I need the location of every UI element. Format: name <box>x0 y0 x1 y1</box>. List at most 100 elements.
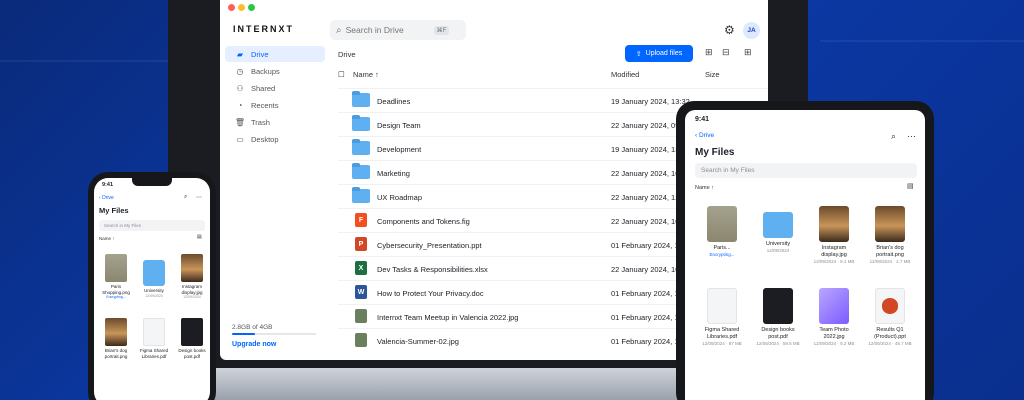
tile-name: Paris... <box>713 245 731 251</box>
clock-icon: ◷ <box>236 66 244 76</box>
file-tile[interactable]: Instagram display.jpg 12/09/2024 <box>175 254 209 300</box>
tile-meta: 12/09/2024 · 9.1 MB <box>813 259 855 264</box>
upgrade-link[interactable]: Upgrade now <box>232 341 276 348</box>
file-name: Components and Tokens.fig <box>377 217 470 226</box>
file-tile[interactable]: Figma Shared Libraries.pdf <box>137 318 171 359</box>
tile-meta: 12/09/2024 <box>183 295 201 299</box>
file-tile[interactable]: Brian's dog portrait.png 12/09/2024 · 2.7… <box>865 206 915 265</box>
select-all-checkbox[interactable]: ☐ <box>338 70 345 79</box>
file-name: Internxt Team Meetup in Valencia 2022.jp… <box>377 313 519 322</box>
doc-file-icon: W <box>355 285 367 299</box>
file-tile[interactable]: Design books post.pdf <box>175 318 209 359</box>
column-name[interactable]: Name ↑ <box>353 70 379 79</box>
titlebar <box>220 0 768 14</box>
list-view-icon[interactable]: ▤ <box>197 234 202 240</box>
sidebar-item-recents[interactable]: ◔ Recents <box>225 97 325 113</box>
file-tile[interactable]: Design books post.pdf 12/09/2024 · 59.5 M… <box>753 288 803 347</box>
sort-control[interactable]: Name ↑ <box>695 185 714 191</box>
file-modified: 19 January 2024, 13:32 <box>611 97 690 106</box>
recent-icon: ◔ <box>237 100 243 110</box>
list-view-icon[interactable]: ▤ <box>907 182 914 190</box>
search-icon[interactable]: ⌕ <box>891 131 896 142</box>
file-tile[interactable]: Team Photo 2022.jpg 12/09/2024 · 9.2 MB <box>809 288 859 347</box>
breadcrumb[interactable]: Drive <box>338 50 356 59</box>
new-folder-icon[interactable]: ⊞ <box>705 47 713 58</box>
tile-meta: Encrypting... <box>709 252 735 257</box>
sidebar-item-backups[interactable]: ◷ Backups <box>225 63 325 79</box>
search-input[interactable]: Search in My Files <box>695 163 917 178</box>
phone-screen: 9:41 ‹ Drive ⌕ ⋯ My Files Search in My F… <box>94 178 210 400</box>
tile-name: Team Photo 2022.jpg <box>819 327 849 340</box>
grid-view-icon[interactable]: ⊞ <box>744 47 752 58</box>
avatar[interactable]: JA <box>743 22 760 39</box>
search-input[interactable]: Search in My Files <box>99 220 205 231</box>
tile-name: Figma Shared Libraries.pdf <box>704 327 740 340</box>
tile-meta: 12/09/2024 · 48.7 MB <box>868 341 912 346</box>
tile-meta: 12/09/2024 · 59.5 MB <box>756 341 800 346</box>
image-thumbnail <box>355 333 367 347</box>
upload-folder-icon[interactable]: ⊟ <box>722 47 730 58</box>
file-tile[interactable]: Brian's dog portrait.png <box>99 318 133 359</box>
folder-icon <box>352 187 370 203</box>
sidebar-item-label: Trash <box>251 117 270 127</box>
status-time: 9:41 <box>102 182 114 188</box>
file-name: UX Roadmap <box>377 193 423 202</box>
sidebar-item-shared[interactable]: ⚇ Shared <box>225 80 325 96</box>
sort-control[interactable]: Name ↑ <box>99 236 115 241</box>
file-tile[interactable]: Instagram display.jpg 12/09/2024 · 9.1 MB <box>809 206 859 265</box>
tile-name: Design books post.pdf <box>178 348 206 359</box>
file-thumbnail <box>181 254 203 282</box>
search-input[interactable] <box>345 25 434 35</box>
back-label: Drive <box>102 195 114 201</box>
file-tile[interactable]: University 12/09/2024 <box>753 206 803 254</box>
tile-meta: 12/09/2024 · 9.2 MB <box>813 341 855 346</box>
minimize-window-button[interactable] <box>238 4 245 11</box>
folder-icon <box>763 212 793 238</box>
search-shortcut: ⌘F <box>433 25 450 35</box>
tile-meta: Encrypting... <box>106 295 126 299</box>
background-stripe <box>820 40 1024 42</box>
file-tile[interactable]: Paris... Encrypting... <box>697 206 747 258</box>
phone-notch <box>132 178 172 186</box>
folder-icon <box>352 163 370 179</box>
storage-progress-fill <box>232 333 255 335</box>
app-logo: INTERNXT <box>233 24 294 34</box>
folder-icon <box>352 139 370 155</box>
search-box[interactable]: ⌕ ⌘F <box>330 20 466 40</box>
sidebar-item-label: Backups <box>251 66 280 76</box>
maximize-window-button[interactable] <box>248 4 255 11</box>
background-stripe <box>0 60 170 62</box>
file-thumbnail <box>875 206 905 242</box>
file-thumbnail <box>181 318 203 346</box>
column-size[interactable]: Size <box>705 70 720 79</box>
close-window-button[interactable] <box>228 4 235 11</box>
tile-name: Instagram display.jpg <box>181 284 203 295</box>
tile-meta: 12/09/2024 <box>145 293 163 298</box>
trash-icon: 🗑 <box>234 117 246 127</box>
file-name: Design Team <box>377 121 421 130</box>
file-tile[interactable]: Figma Shared Libraries.pdf 12/09/2024 · 8… <box>697 288 747 347</box>
status-time: 9:41 <box>695 116 710 123</box>
back-button[interactable]: ‹ Drive <box>99 195 114 201</box>
file-name: Marketing <box>377 169 410 178</box>
storage-usage-text: 2.8GB of 4GB <box>232 324 273 331</box>
column-modified[interactable]: Modified <box>611 70 639 79</box>
search-icon[interactable]: ⌕ <box>184 194 187 201</box>
tile-name: Figma Shared Libraries.pdf <box>139 348 169 359</box>
file-tile[interactable]: Results Q1 (Product).ppt 12/09/2024 · 48.… <box>865 288 915 347</box>
file-tile[interactable]: Paris Shopping.png Encrypting... <box>99 254 133 300</box>
users-icon: ⚇ <box>236 83 244 93</box>
more-icon[interactable]: ⋯ <box>196 194 202 201</box>
sidebar-item-desktop[interactable]: ▭ Desktop <box>225 131 325 147</box>
upload-files-button[interactable]: ⇪ Upload files <box>625 45 693 62</box>
sidebar-item-trash[interactable]: 🗑 Trash <box>225 114 325 130</box>
more-icon[interactable]: ⋯ <box>907 131 916 142</box>
page-title: My Files <box>99 206 129 215</box>
file-tile[interactable]: University 12/09/2024 <box>137 254 171 299</box>
page-title: My Files <box>695 147 735 158</box>
back-label: Drive <box>698 132 715 139</box>
back-button[interactable]: ‹ Drive <box>695 132 714 139</box>
sidebar-item-drive[interactable]: ▰ Drive <box>225 46 325 62</box>
gear-icon[interactable]: ⚙ <box>724 23 735 37</box>
upload-label: Upload files <box>645 50 683 57</box>
